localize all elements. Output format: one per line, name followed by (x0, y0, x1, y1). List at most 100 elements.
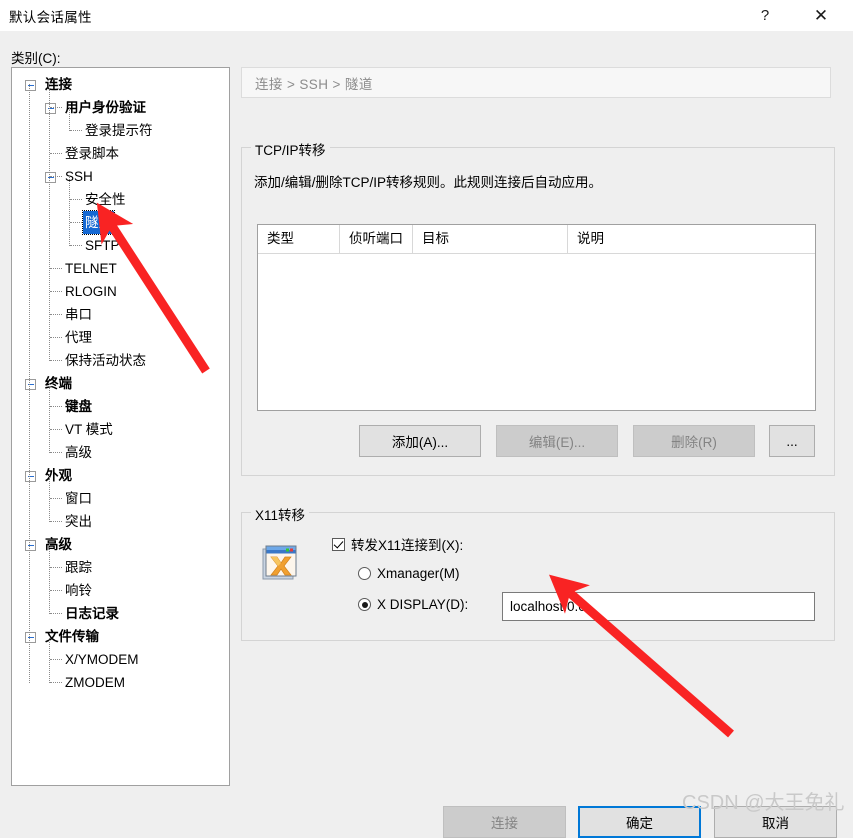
breadcrumb-text: 连接 > SSH > 隧道 (255, 76, 373, 92)
tree-connector (50, 107, 62, 109)
tree-item-label: 隧道 (82, 210, 115, 235)
xdisplay-radio-button[interactable] (358, 598, 371, 611)
tree-item-2[interactable]: 登录提示符 (12, 119, 229, 142)
tree-connector (49, 636, 51, 683)
tree-item-label: 登录脚本 (65, 146, 119, 161)
forward-x11-checkbox-label: 转发X11连接到(X): (351, 538, 464, 553)
tree-item-label: 高级 (45, 537, 72, 552)
edit-button[interactable]: 编辑(E)... (496, 425, 618, 457)
tree-item-23[interactable]: 日志记录 (12, 602, 229, 625)
tree-item-label: 安全性 (85, 192, 126, 207)
tree-connector (70, 245, 82, 247)
tree-connector (50, 429, 62, 431)
tree-item-6[interactable]: 隧道 (12, 210, 229, 235)
tree-item-label: VT 模式 (65, 422, 113, 437)
tree-item-21[interactable]: 跟踪 (12, 556, 229, 579)
help-icon[interactable]: ? (742, 0, 788, 31)
tree-connector (50, 268, 62, 270)
tree-item-label: RLOGIN (65, 284, 117, 299)
tree-connector (50, 498, 62, 500)
tree-item-label: 代理 (65, 330, 92, 345)
forward-x11-checkbox-box[interactable] (332, 537, 345, 551)
tree-item-19[interactable]: 突出 (12, 510, 229, 533)
tree-item-10[interactable]: 串口 (12, 303, 229, 326)
table-header-cell[interactable]: 侦听端口 (340, 225, 413, 253)
tree-item-25[interactable]: X/YMODEM (12, 648, 229, 671)
add-button[interactable]: 添加(A)... (359, 425, 481, 457)
tree-item-8[interactable]: TELNET (12, 257, 229, 280)
connect-button[interactable]: 连接 (443, 806, 566, 838)
tree-item-24[interactable]: 文件传输 (12, 625, 229, 648)
tree-item-12[interactable]: 保持活动状态 (12, 349, 229, 372)
delete-button-label: 删除(R) (671, 435, 717, 450)
delete-button[interactable]: 删除(R) (633, 425, 755, 457)
edit-button-label: 编辑(E)... (528, 435, 586, 450)
more-options-button[interactable]: ... (769, 425, 815, 457)
tree-item-5[interactable]: 安全性 (12, 188, 229, 211)
tree-item-0[interactable]: 连接 (12, 73, 229, 96)
tree-item-label: SFTP (85, 238, 120, 253)
xmanager-radio[interactable]: Xmanager(M) (358, 566, 460, 581)
tree-item-label: SSH (65, 169, 93, 184)
tree-item-18[interactable]: 窗口 (12, 487, 229, 510)
xmanager-radio-button[interactable] (358, 567, 371, 580)
more-options-button-label: ... (786, 433, 798, 449)
tree-connector (50, 682, 62, 684)
tree-item-3[interactable]: 登录脚本 (12, 142, 229, 165)
tree-connector (50, 153, 62, 155)
add-button-label: 添加(A)... (391, 435, 449, 450)
tree-item-17[interactable]: 外观 (12, 464, 229, 487)
tree-item-label: 高级 (65, 445, 92, 460)
tree-item-label: 响铃 (65, 583, 92, 598)
tree-item-label: TELNET (65, 261, 117, 276)
tree-item-label: 终端 (45, 376, 72, 391)
tree-item-13[interactable]: 终端 (12, 372, 229, 395)
tree-item-1[interactable]: 用户身份验证 (12, 96, 229, 119)
tree-connector (50, 360, 62, 362)
tree-connector (50, 613, 62, 615)
tree-connector (50, 659, 62, 661)
tree-item-22[interactable]: 响铃 (12, 579, 229, 602)
tree-item-label: 窗口 (65, 491, 92, 506)
category-tree[interactable]: 连接用户身份验证登录提示符登录脚本 SSH 安全性隧道 SFTP TELNET RLOGI… (11, 67, 230, 786)
tree-connector (50, 337, 62, 339)
tree-item-label: 文件传输 (45, 629, 99, 644)
table-header-cell[interactable]: 目标 (413, 225, 568, 253)
table-header-row: 类型 侦听端口 目标 说明 (258, 225, 815, 254)
x11-forwarding-group: X11转移 (241, 504, 835, 641)
tree-item-9[interactable]: RLOGIN (12, 280, 229, 303)
tree-item-20[interactable]: 高级 (12, 533, 229, 556)
tree-connector (70, 199, 82, 201)
tree-item-label: 跟踪 (65, 560, 92, 575)
breadcrumb: 连接 > SSH > 隧道 (241, 67, 831, 98)
tree-item-16[interactable]: 高级 (12, 441, 229, 464)
tree-item-15[interactable]: VT 模式 (12, 418, 229, 441)
tree-connector (50, 521, 62, 523)
tree-connector (29, 84, 31, 683)
x-display-input[interactable]: localhost:0.0 (502, 592, 815, 621)
tree-item-11[interactable]: 代理 (12, 326, 229, 349)
tree-item-14[interactable]: 键盘 (12, 395, 229, 418)
xmanager-radio-label: Xmanager(M) (377, 566, 460, 581)
connect-button-label: 连接 (491, 816, 518, 831)
tree-item-7[interactable]: SFTP (12, 234, 229, 257)
tree-item-label: 用户身份验证 (65, 100, 146, 115)
forward-x11-checkbox[interactable]: 转发X11连接到(X): (332, 534, 463, 554)
tree-connector (50, 406, 62, 408)
tree-connector (50, 567, 62, 569)
table-header-cell[interactable]: 说明 (568, 225, 815, 253)
tree-item-label: 突出 (65, 514, 92, 529)
tree-connector (49, 84, 51, 361)
close-icon[interactable]: ✕ (798, 0, 844, 31)
window-title: 默认会话属性 (9, 10, 92, 25)
tree-connector (69, 107, 71, 131)
xdisplay-radio-label: X DISPLAY(D): (377, 597, 469, 612)
tree-item-4[interactable]: SSH (12, 165, 229, 188)
category-label: 类别(C): (11, 47, 61, 67)
x11-group-legend: X11转移 (251, 504, 310, 524)
xdisplay-radio[interactable]: X DISPLAY(D): (358, 597, 468, 612)
tree-item-26[interactable]: ZMODEM (12, 671, 229, 694)
title-bar: 默认会话属性 ? ✕ (0, 0, 853, 31)
tcpip-rules-table[interactable]: 类型 侦听端口 目标 说明 (257, 224, 816, 411)
table-header-cell[interactable]: 类型 (258, 225, 340, 253)
